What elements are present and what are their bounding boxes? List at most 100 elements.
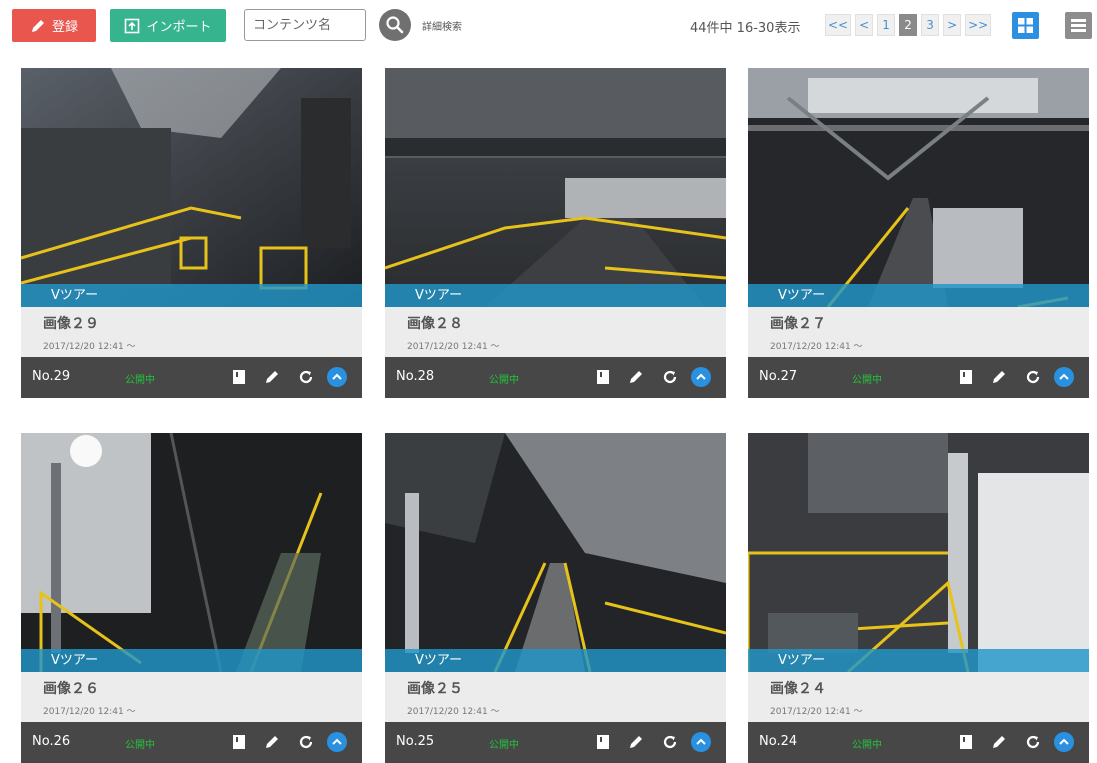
panorama-thumbnail[interactable]: [385, 433, 726, 672]
card-status: 公開中: [852, 740, 882, 751]
panorama-thumbnail[interactable]: [21, 68, 362, 307]
register-button[interactable]: 登録: [12, 9, 96, 42]
reload-icon[interactable]: [296, 367, 316, 387]
reload-icon[interactable]: [1023, 732, 1043, 752]
list-view-button[interactable]: [1065, 12, 1092, 39]
tour-label: Vツアー: [748, 284, 1089, 307]
panorama-thumbnail[interactable]: [748, 68, 1089, 307]
paging-info: 44件中 16-30表示: [690, 21, 801, 36]
tour-label: Vツアー: [748, 649, 1089, 672]
import-button[interactable]: インポート: [110, 9, 226, 42]
card-action-bar: No.25 公開中: [385, 722, 726, 763]
page-1-link[interactable]: 1: [877, 14, 896, 36]
card-title: 画像２９: [43, 316, 99, 332]
card-info: 画像２８ 2017/12/20 12:41 ～: [385, 307, 726, 357]
chevron-up-icon[interactable]: [327, 732, 347, 752]
card-info: 画像２５ 2017/12/20 12:41 ～: [385, 672, 726, 722]
card-status: 公開中: [125, 375, 155, 386]
page-3-link[interactable]: 3: [921, 14, 940, 36]
content-card[interactable]: Vツアー 画像２７ 2017/12/20 12:41 ～ No.27 公開中: [748, 68, 1089, 398]
card-date: 2017/12/20 12:41 ～: [407, 342, 500, 352]
card-title: 画像２８: [407, 316, 463, 332]
page-2-current[interactable]: 2: [899, 14, 918, 36]
card-date: 2017/12/20 12:41 ～: [43, 342, 136, 352]
document-icon[interactable]: [593, 367, 613, 387]
tour-label: Vツアー: [385, 284, 726, 307]
first-page-link[interactable]: <<: [825, 14, 852, 36]
card-title: 画像２５: [407, 681, 463, 697]
card-status: 公開中: [489, 740, 519, 751]
card-date: 2017/12/20 12:41 ～: [770, 707, 863, 717]
card-title: 画像２７: [770, 316, 826, 332]
card-action-bar: No.27 公開中: [748, 357, 1089, 398]
document-icon[interactable]: [956, 367, 976, 387]
edit-icon[interactable]: [626, 367, 646, 387]
reload-icon[interactable]: [1023, 367, 1043, 387]
card-date: 2017/12/20 12:41 ～: [407, 707, 500, 717]
document-icon[interactable]: [229, 732, 249, 752]
chevron-up-icon[interactable]: [327, 367, 347, 387]
content-card[interactable]: Vツアー 画像２４ 2017/12/20 12:41 ～ No.24 公開中: [748, 433, 1089, 763]
document-icon[interactable]: [956, 732, 976, 752]
chevron-up-icon[interactable]: [1054, 367, 1074, 387]
panorama-thumbnail[interactable]: [748, 433, 1089, 672]
card-status: 公開中: [852, 375, 882, 386]
reload-icon[interactable]: [660, 732, 680, 752]
card-number: No.29: [32, 369, 71, 384]
upload-icon: [125, 18, 140, 33]
search-button[interactable]: [379, 9, 411, 41]
next-page-link[interactable]: >: [943, 14, 962, 36]
card-action-bar: No.26 公開中: [21, 722, 362, 763]
pencil-icon: [31, 19, 44, 32]
last-page-link[interactable]: >>: [965, 14, 992, 36]
card-date: 2017/12/20 12:41 ～: [43, 707, 136, 717]
card-number: No.24: [759, 734, 798, 749]
card-number: No.27: [759, 369, 798, 384]
card-title: 画像２４: [770, 681, 826, 697]
advanced-search-link[interactable]: 詳細検索: [422, 18, 462, 33]
card-status: 公開中: [125, 740, 155, 751]
reload-icon[interactable]: [296, 732, 316, 752]
list-view-icon: [1071, 19, 1086, 32]
edit-icon[interactable]: [262, 367, 282, 387]
tour-label: Vツアー: [385, 649, 726, 672]
panorama-thumbnail[interactable]: [21, 433, 362, 672]
toolbar: 登録 インポート 詳細検索 44件中 16-30表示 << < 1 2 3 > …: [0, 0, 1097, 52]
card-title: 画像２６: [43, 681, 99, 697]
import-label: インポート: [146, 20, 212, 35]
tour-label: Vツアー: [21, 649, 362, 672]
content-card[interactable]: Vツアー 画像２５ 2017/12/20 12:41 ～ No.25 公開中: [385, 433, 726, 763]
card-number: No.26: [32, 734, 71, 749]
chevron-up-icon[interactable]: [1054, 732, 1074, 752]
register-label: 登録: [51, 20, 78, 35]
edit-icon[interactable]: [989, 732, 1009, 752]
card-date: 2017/12/20 12:41 ～: [770, 342, 863, 352]
card-action-bar: No.28 公開中: [385, 357, 726, 398]
panorama-thumbnail[interactable]: [385, 68, 726, 307]
card-number: No.28: [396, 369, 435, 384]
document-icon[interactable]: [593, 732, 613, 752]
edit-icon[interactable]: [262, 732, 282, 752]
card-action-bar: No.24 公開中: [748, 722, 1089, 763]
reload-icon[interactable]: [660, 367, 680, 387]
card-info: 画像２７ 2017/12/20 12:41 ～: [748, 307, 1089, 357]
chevron-up-icon[interactable]: [691, 367, 711, 387]
content-name-search-input[interactable]: [244, 9, 366, 41]
edit-icon[interactable]: [989, 367, 1009, 387]
card-action-bar: No.29 公開中: [21, 357, 362, 398]
card-info: 画像２４ 2017/12/20 12:41 ～: [748, 672, 1089, 722]
content-card[interactable]: Vツアー 画像２６ 2017/12/20 12:41 ～ No.26 公開中: [21, 433, 362, 763]
card-number: No.25: [396, 734, 435, 749]
content-card[interactable]: Vツアー 画像２８ 2017/12/20 12:41 ～ No.28 公開中: [385, 68, 726, 398]
grid-view-button[interactable]: [1012, 12, 1039, 39]
prev-page-link[interactable]: <: [855, 14, 874, 36]
chevron-up-icon[interactable]: [691, 732, 711, 752]
grid-view-icon: [1018, 18, 1033, 33]
card-status: 公開中: [489, 375, 519, 386]
search-icon: [386, 16, 404, 34]
tour-label: Vツアー: [21, 284, 362, 307]
document-icon[interactable]: [229, 367, 249, 387]
edit-icon[interactable]: [626, 732, 646, 752]
card-info: 画像２６ 2017/12/20 12:41 ～: [21, 672, 362, 722]
content-card[interactable]: Vツアー 画像２９ 2017/12/20 12:41 ～ No.29 公開中: [21, 68, 362, 398]
